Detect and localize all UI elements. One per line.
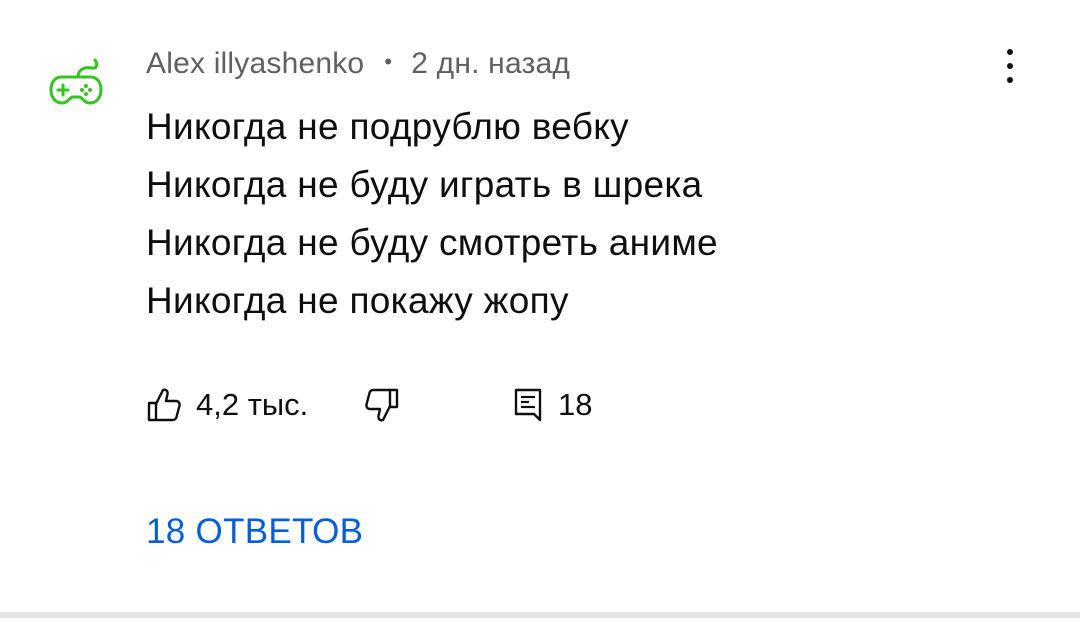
comment-text: Никогда не подрублю вебку Никогда не буд… — [146, 98, 718, 330]
comment-actions: 4,2 тыс. 18 — [146, 382, 746, 428]
comment-header: Alex illyashenko • 2 дн. назад — [146, 44, 570, 84]
meta-separator: • — [384, 49, 393, 74]
comment-icon — [514, 388, 542, 422]
reply-count: 18 — [558, 387, 593, 422]
comment-line: Никогда не буду играть в шрека — [146, 164, 703, 205]
comment-line: Никогда не подрублю вебку — [146, 106, 629, 147]
like-count: 4,2 тыс. — [196, 387, 309, 422]
comment-line: Никогда не буду смотреть аниме — [146, 222, 718, 263]
more-vert-icon-dot — [1007, 63, 1013, 69]
view-replies-button[interactable]: 18 ОТВЕТОВ — [146, 512, 363, 552]
divider — [0, 612, 1080, 618]
thumb-down-icon — [365, 388, 399, 422]
more-vert-icon-dot — [1007, 77, 1013, 83]
thumb-up-icon — [147, 388, 181, 422]
comment-line: Никогда не покажу жопу — [146, 280, 569, 321]
reply-button[interactable]: 18 — [512, 382, 592, 428]
timestamp[interactable]: 2 дн. назад — [411, 47, 570, 81]
gamepad-icon — [49, 58, 103, 105]
dislike-button[interactable] — [364, 382, 400, 428]
more-vert-icon — [1007, 49, 1013, 55]
more-options-button[interactable] — [994, 42, 1026, 90]
like-button[interactable]: 4,2 тыс. — [146, 382, 308, 428]
avatar[interactable] — [48, 58, 104, 108]
comment-item: Alex illyashenko • 2 дн. назад Никогда н… — [0, 0, 1080, 612]
author-name[interactable]: Alex illyashenko — [146, 47, 364, 81]
